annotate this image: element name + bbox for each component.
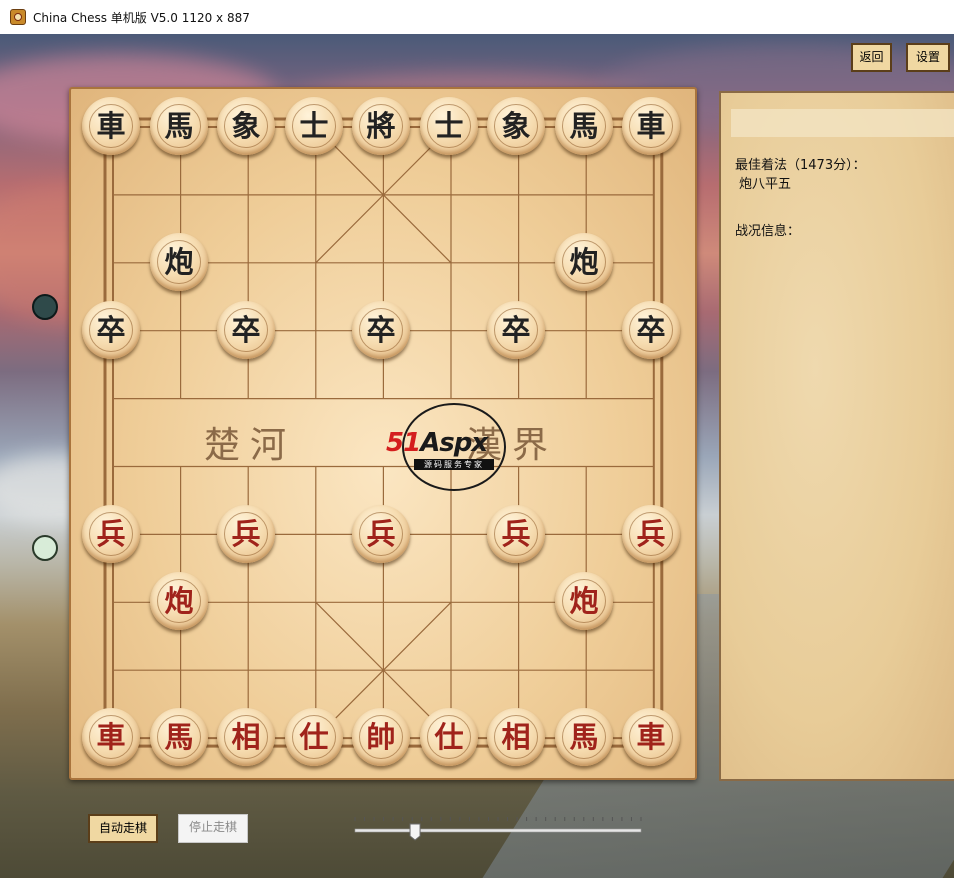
panel-header-bar bbox=[731, 109, 954, 137]
best-move-value: 炮八平五 bbox=[739, 177, 792, 192]
speed-slider-thumb[interactable] bbox=[409, 823, 421, 841]
speed-slider[interactable] bbox=[353, 814, 643, 844]
piece-black-soldier[interactable]: 卒 bbox=[217, 301, 275, 359]
piece-black-advisor[interactable]: 士 bbox=[420, 97, 478, 155]
piece-red-cannon[interactable]: 炮 bbox=[555, 572, 613, 630]
piece-red-elephant[interactable]: 相 bbox=[217, 708, 275, 766]
auto-play-button[interactable]: 自动走棋 bbox=[88, 814, 158, 843]
piece-black-chariot[interactable]: 車 bbox=[622, 97, 680, 155]
info-panel: 最佳着法（1473分）： 炮八平五 战况信息： bbox=[719, 91, 954, 781]
piece-red-general[interactable]: 帥 bbox=[352, 708, 410, 766]
piece-black-horse[interactable]: 馬 bbox=[555, 97, 613, 155]
watermark-tagline: 源码服务专家 bbox=[414, 459, 494, 470]
indicator-red-turn bbox=[32, 535, 58, 561]
board-grid bbox=[103, 117, 664, 748]
piece-black-soldier[interactable]: 卒 bbox=[352, 301, 410, 359]
piece-red-elephant[interactable]: 相 bbox=[487, 708, 545, 766]
piece-black-elephant[interactable]: 象 bbox=[487, 97, 545, 155]
settings-button[interactable]: 设置 bbox=[906, 43, 950, 72]
window-title: China Chess 单机版 V5.0 1120 x 887 bbox=[33, 10, 250, 25]
watermark-brand: Aspx bbox=[420, 428, 488, 458]
piece-red-chariot[interactable]: 車 bbox=[622, 708, 680, 766]
piece-black-soldier[interactable]: 卒 bbox=[622, 301, 680, 359]
piece-red-cannon[interactable]: 炮 bbox=[150, 572, 208, 630]
title-bar: China Chess 单机版 V5.0 1120 x 887 bbox=[0, 0, 954, 34]
piece-black-horse[interactable]: 馬 bbox=[150, 97, 208, 155]
river-left-text: 楚河 bbox=[204, 425, 297, 466]
piece-red-advisor[interactable]: 仕 bbox=[420, 708, 478, 766]
piece-red-horse[interactable]: 馬 bbox=[555, 708, 613, 766]
best-move-label: 最佳着法（1473分）： bbox=[735, 158, 866, 173]
piece-black-soldier[interactable]: 卒 bbox=[487, 301, 545, 359]
piece-black-chariot[interactable]: 車 bbox=[82, 97, 140, 155]
piece-red-soldier[interactable]: 兵 bbox=[622, 505, 680, 563]
back-button[interactable]: 返回 bbox=[851, 43, 892, 72]
watermark-number: 51 bbox=[386, 428, 421, 458]
piece-red-soldier[interactable]: 兵 bbox=[487, 505, 545, 563]
app-icon bbox=[10, 9, 26, 25]
stop-play-button[interactable]: 停止走棋 bbox=[178, 814, 248, 843]
speed-slider-track bbox=[354, 817, 642, 841]
piece-black-soldier[interactable]: 卒 bbox=[82, 301, 140, 359]
piece-red-soldier[interactable]: 兵 bbox=[82, 505, 140, 563]
piece-black-advisor[interactable]: 士 bbox=[285, 97, 343, 155]
piece-black-general[interactable]: 將 bbox=[352, 97, 410, 155]
piece-red-horse[interactable]: 馬 bbox=[150, 708, 208, 766]
piece-black-elephant[interactable]: 象 bbox=[217, 97, 275, 155]
piece-red-soldier[interactable]: 兵 bbox=[217, 505, 275, 563]
battle-info-label: 战况信息： bbox=[735, 224, 801, 239]
watermark-logo: 51Aspx bbox=[386, 428, 488, 458]
chess-board[interactable] bbox=[69, 87, 697, 780]
indicator-black-turn bbox=[32, 294, 58, 320]
piece-red-advisor[interactable]: 仕 bbox=[285, 708, 343, 766]
piece-black-cannon[interactable]: 炮 bbox=[150, 233, 208, 291]
piece-black-cannon[interactable]: 炮 bbox=[555, 233, 613, 291]
piece-red-chariot[interactable]: 車 bbox=[82, 708, 140, 766]
piece-red-soldier[interactable]: 兵 bbox=[352, 505, 410, 563]
